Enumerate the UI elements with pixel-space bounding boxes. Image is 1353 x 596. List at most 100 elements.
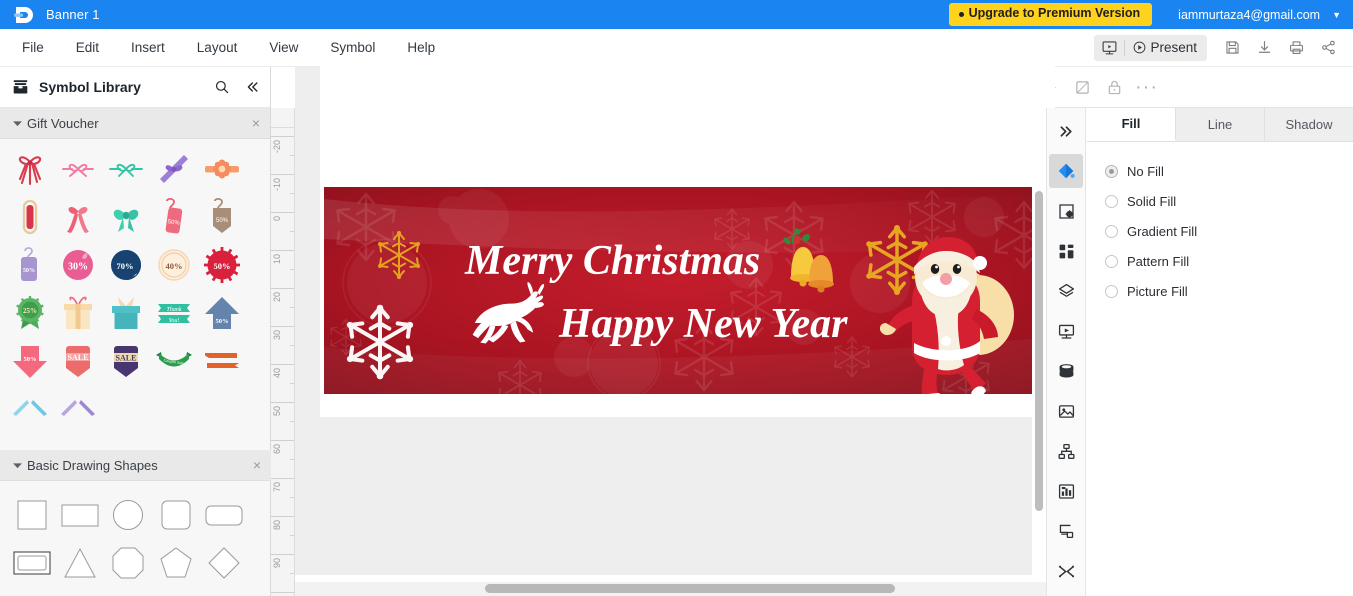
canvas-horizontal-scrollbar[interactable] xyxy=(295,582,1046,596)
layers-icon[interactable] xyxy=(1049,274,1083,308)
teal-thank-you-ribbon-symbol[interactable]: Thank You! xyxy=(150,289,198,336)
collapse-left-icon[interactable] xyxy=(244,79,260,95)
green-rosette-badge-symbol[interactable]: 25% xyxy=(6,289,54,336)
print-icon[interactable] xyxy=(1281,34,1311,62)
section-header-gift-voucher[interactable]: Gift Voucher × xyxy=(0,108,270,139)
fill-option-solid-fill[interactable]: Solid Fill xyxy=(1105,186,1353,216)
flowchart-step-icon[interactable] xyxy=(1049,514,1083,548)
red-bookmark-tag-symbol[interactable] xyxy=(6,193,54,240)
orange-double-ribbon-symbol[interactable] xyxy=(198,337,246,384)
menu-item-symbol[interactable]: Symbol xyxy=(320,36,385,59)
canvas-vertical-scrollbar[interactable] xyxy=(1032,128,1046,596)
ruler-tick: 60 xyxy=(271,440,294,454)
fill-option-no-fill[interactable]: No Fill xyxy=(1105,156,1353,186)
menu-item-view[interactable]: View xyxy=(259,36,308,59)
christmas-banner-artwork[interactable]: Merry Christmas Happy New Year xyxy=(324,187,1055,394)
pink-round-sticker-symbol[interactable]: 30% xyxy=(54,241,102,288)
rectangle-shape[interactable] xyxy=(56,491,104,539)
menu-item-layout[interactable]: Layout xyxy=(187,36,248,59)
menu-item-edit[interactable]: Edit xyxy=(66,36,109,59)
radio-button[interactable] xyxy=(1105,284,1118,298)
present-button[interactable]: Present xyxy=(1125,35,1207,61)
fill-paint-icon[interactable] xyxy=(1049,154,1083,188)
purple-chevron-ribbon-symbol[interactable] xyxy=(54,385,102,432)
horizontal-scrollbar-thumb[interactable] xyxy=(485,584,895,593)
triangle-shape[interactable] xyxy=(56,539,104,587)
more-options-icon[interactable]: ··· xyxy=(1131,73,1162,101)
pink-double-ribbon-symbol[interactable] xyxy=(54,193,102,240)
pink-price-tag-symbol[interactable]: 50% xyxy=(150,193,198,240)
radio-button[interactable] xyxy=(1105,194,1118,208)
save-icon[interactable] xyxy=(1217,34,1247,62)
app-logo[interactable] xyxy=(0,0,46,29)
orange-flower-ribbon-symbol[interactable] xyxy=(198,145,246,192)
red-starburst-badge-symbol[interactable]: 50% xyxy=(198,241,246,288)
search-icon[interactable] xyxy=(214,79,230,95)
teal-bow-symbol[interactable] xyxy=(102,193,150,240)
blue-up-arrow-symbol[interactable]: 50% xyxy=(198,289,246,336)
shuffle-icon[interactable] xyxy=(1049,554,1083,588)
ruler-subtick xyxy=(290,345,294,346)
circle-shape[interactable] xyxy=(104,491,152,539)
menu-item-help[interactable]: Help xyxy=(397,36,445,59)
lock-icon[interactable] xyxy=(1099,73,1129,101)
expand-panel-icon[interactable] xyxy=(1049,114,1083,148)
slideshow-icon[interactable] xyxy=(1094,35,1124,61)
brown-price-tag-symbol[interactable]: 50% xyxy=(198,193,246,240)
image-icon[interactable] xyxy=(1049,394,1083,428)
nested-rectangle-shape[interactable] xyxy=(8,539,56,587)
rounded-square-shape[interactable] xyxy=(152,491,200,539)
chevron-down-icon[interactable] xyxy=(10,462,24,469)
red-sale-shield-symbol[interactable]: SALE xyxy=(54,337,102,384)
upgrade-to-premium-button[interactable]: Upgrade to Premium Version xyxy=(948,3,1153,26)
rounded-rectangle-shape[interactable] xyxy=(200,491,248,539)
chevron-down-icon[interactable] xyxy=(10,120,24,127)
radio-button[interactable] xyxy=(1105,254,1118,268)
close-icon[interactable]: × xyxy=(253,458,261,472)
purple-sale-shield-symbol[interactable]: SALE xyxy=(102,337,150,384)
presentation-icon[interactable] xyxy=(1049,314,1083,348)
square-shape[interactable] xyxy=(8,491,56,539)
teal-gift-box-symbol[interactable] xyxy=(102,289,150,336)
fill-option-picture-fill[interactable]: Picture Fill xyxy=(1105,276,1353,306)
svg-text:70%: 70% xyxy=(117,261,134,271)
navy-curl-sticker-symbol[interactable]: 70% xyxy=(102,241,150,288)
pink-ribbon-bow-symbol[interactable] xyxy=(54,145,102,192)
radio-button[interactable] xyxy=(1105,164,1118,178)
vertical-ruler[interactable]: -20 -10 0 10 20 30 40 50 60 70 80 90 100 xyxy=(271,128,295,596)
purple-discount-tag-symbol[interactable]: 50% xyxy=(6,241,54,288)
tab-fill[interactable]: Fill xyxy=(1087,108,1176,141)
pink-down-arrow-symbol[interactable]: 50% xyxy=(6,337,54,384)
close-icon[interactable]: × xyxy=(252,116,260,130)
radio-button[interactable] xyxy=(1105,224,1118,238)
export-download-icon[interactable] xyxy=(1249,34,1279,62)
pentagon-shape[interactable] xyxy=(152,539,200,587)
page-setup-icon[interactable] xyxy=(1049,194,1083,228)
tab-shadow[interactable]: Shadow xyxy=(1265,108,1353,141)
menu-item-insert[interactable]: Insert xyxy=(121,36,175,59)
chart-icon[interactable] xyxy=(1049,474,1083,508)
tab-line[interactable]: Line xyxy=(1176,108,1265,141)
fill-option-gradient-fill[interactable]: Gradient Fill xyxy=(1105,216,1353,246)
org-chart-icon[interactable] xyxy=(1049,434,1083,468)
purple-gift-bow-symbol[interactable] xyxy=(150,145,198,192)
blue-chevron-ribbon-symbol[interactable] xyxy=(6,385,54,432)
database-icon[interactable] xyxy=(1049,354,1083,388)
fill-option-pattern-fill[interactable]: Pattern Fill xyxy=(1105,246,1353,276)
chevron-down-icon[interactable]: ▼ xyxy=(1332,10,1341,20)
cream-gift-box-symbol[interactable] xyxy=(54,289,102,336)
share-icon[interactable] xyxy=(1313,34,1343,62)
green-curved-banner-symbol[interactable]: Coupon Sale xyxy=(150,337,198,384)
upgrade-label: Upgrade to Premium Version xyxy=(968,6,1141,21)
theme-grid-icon[interactable] xyxy=(1049,234,1083,268)
shadow-icon[interactable] xyxy=(1067,73,1097,101)
octagon-shape[interactable] xyxy=(104,539,152,587)
account-email[interactable]: iammurtaza4@gmail.com xyxy=(1178,8,1320,22)
vertical-scrollbar-thumb[interactable] xyxy=(1035,191,1043,511)
diamond-shape[interactable] xyxy=(200,539,248,587)
teal-ribbon-bow-symbol[interactable] xyxy=(102,145,150,192)
cream-circle-badge-symbol[interactable]: 40% xyxy=(150,241,198,288)
section-header-basic-drawing-shapes[interactable]: Basic Drawing Shapes × xyxy=(0,450,271,481)
menu-item-file[interactable]: File xyxy=(12,36,54,59)
red-ribbon-bow-symbol[interactable] xyxy=(6,145,54,192)
